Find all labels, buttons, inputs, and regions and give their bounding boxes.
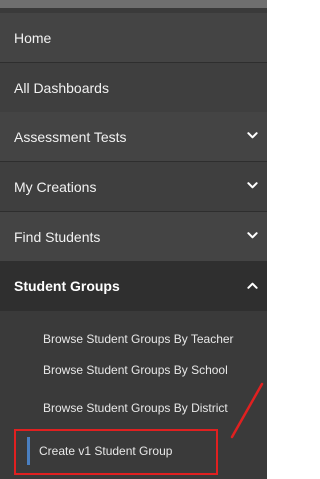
student-groups-submenu: Browse Student Groups By Teacher Browse …	[0, 311, 267, 479]
chevron-down-icon[interactable]	[247, 180, 258, 191]
sidebar-item-home[interactable]: Home	[0, 13, 267, 63]
submenu-item-browse-by-district[interactable]: Browse Student Groups By District	[0, 391, 267, 425]
sidebar-item-my-creations[interactable]: My Creations	[0, 162, 267, 212]
submenu-item-browse-by-teacher[interactable]: Browse Student Groups By Teacher	[0, 322, 267, 356]
sidebar-nav: Home All Dashboards Assessment Tests My …	[0, 0, 267, 479]
submenu-item-label: Browse Student Groups By District	[43, 401, 228, 415]
chevron-down-icon[interactable]	[247, 130, 258, 141]
sidebar-item-find-students[interactable]: Find Students	[0, 212, 267, 262]
submenu-item-browse-by-school[interactable]: Browse Student Groups By School	[0, 353, 267, 387]
submenu-item-label: Browse Student Groups By Teacher	[43, 332, 234, 346]
active-indicator	[27, 437, 30, 465]
sidebar-item-all-dashboards[interactable]: All Dashboards	[0, 63, 267, 113]
sidebar-item-label: All Dashboards	[14, 79, 109, 96]
sidebar-top-edge	[0, 0, 267, 8]
sidebar-item-label: Find Students	[14, 228, 101, 245]
chevron-down-icon[interactable]	[247, 230, 258, 241]
chevron-up-icon[interactable]	[247, 280, 258, 291]
sidebar-item-assessment-tests[interactable]: Assessment Tests	[0, 112, 267, 162]
submenu-item-label: Browse Student Groups By School	[43, 363, 228, 377]
sidebar-item-label: My Creations	[14, 178, 97, 195]
sidebar-item-label: Home	[14, 29, 52, 46]
sidebar-section-student-groups[interactable]: Student Groups	[0, 261, 267, 311]
sidebar-item-label: Assessment Tests	[14, 128, 127, 145]
sidebar-section-label: Student Groups	[14, 278, 120, 294]
submenu-item-create-v1-group[interactable]: Create v1 Student Group	[0, 434, 267, 468]
submenu-item-label: Create v1 Student Group	[39, 444, 173, 458]
